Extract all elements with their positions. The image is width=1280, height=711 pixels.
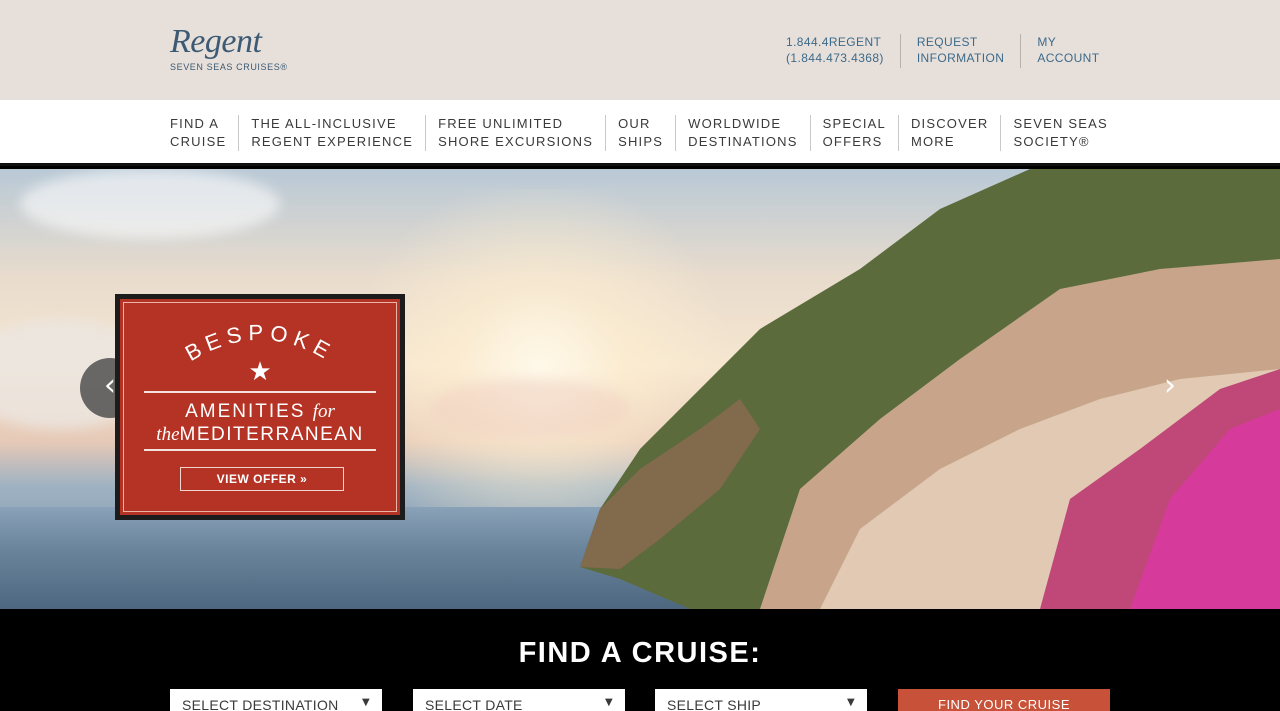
chevron-right-icon: › [1164,368,1176,403]
nav-label: SHORE EXCURSIONS [438,134,594,149]
dropdown-arrow-icon: ▼ [362,697,370,708]
dropdown-arrow-icon: ▼ [605,697,613,708]
nav-label: FIND A [170,116,220,131]
logo-wordmark: Regent [170,23,262,60]
view-offer-button[interactable]: VIEW OFFER » [180,467,344,491]
carousel-next-button[interactable]: › [1140,358,1200,418]
ship-select-value: SELECT SHIP [667,697,762,711]
destination-select-value: SELECT DESTINATION [182,697,339,711]
top-bar: Regent SEVEN SEAS CRUISES® 1.844.4REGENT… [0,0,1280,100]
find-cruise-bar: FIND A CRUISE: SELECT DESTINATION ▼ SELE… [0,609,1280,711]
phone-label: 1.844.4REGENT [786,35,882,49]
offer-text: AMENITIES [185,401,306,422]
phone-number: (1.844.473.4368) [786,51,884,65]
utility-nav: 1.844.4REGENT (1.844.473.4368) REQUEST I… [786,34,1115,68]
nav-label: OFFERS [822,134,883,149]
request-information-link[interactable]: REQUEST INFORMATION [899,34,1021,68]
logo-tagline: SEVEN SEAS CRUISES® [170,62,288,72]
ship-select[interactable]: SELECT SHIP ▼ [655,689,867,711]
nav-label: CRUISE [170,134,227,149]
nav-label: SEVEN SEAS [1013,116,1108,131]
offer-text: MEDITERRANEAN [179,424,364,445]
offer-divider [144,449,376,451]
regent-logo[interactable]: Regent SEVEN SEAS CRUISES® [170,24,290,76]
nav-seven-seas-society[interactable]: SEVEN SEAS SOCIETY® [1000,115,1119,151]
nav-special-offers[interactable]: SPECIAL OFFERS [809,115,898,151]
offer-text: the [156,424,180,445]
offer-headline-1: AMENITIES for [124,401,396,423]
offer-card: BESPOKE ★ AMENITIES for theMEDITERRANEAN… [115,294,405,520]
nav-all-inclusive[interactable]: THE ALL-INCLUSIVE REGENT EXPERIENCE [238,115,425,151]
star-icon: ★ [248,357,272,387]
find-cruise-title: FIND A CRUISE: [518,637,762,669]
nav-label: DESTINATIONS [688,134,798,149]
account-label-2: ACCOUNT [1037,51,1100,65]
nav-label: OUR [618,116,651,131]
nav-label: DISCOVER [910,116,989,131]
phone-link[interactable]: 1.844.4REGENT (1.844.473.4368) [786,34,900,68]
nav-label: THE ALL-INCLUSIVE [251,116,397,131]
nav-label: WORLDWIDE [688,116,782,131]
date-select[interactable]: SELECT DATE ▼ [413,689,625,711]
request-label-1: REQUEST [916,35,978,49]
nav-shore-excursions[interactable]: FREE UNLIMITED SHORE EXCURSIONS [425,115,605,151]
nav-label: REGENT EXPERIENCE [251,134,414,149]
main-nav: FIND A CRUISE THE ALL-INCLUSIVE REGENT EXP… [0,100,1280,166]
nav-find-a-cruise[interactable]: FIND A CRUISE [170,115,238,151]
my-account-link[interactable]: MY ACCOUNT [1020,34,1115,68]
nav-label: MORE [910,134,955,149]
hero-banner: ‹ › BESPOKE ★ AMENITIES for theMEDITERRA… [0,169,1280,609]
offer-text: for [312,401,335,422]
nav-our-ships[interactable]: OUR SHIPS [605,115,675,151]
account-label-1: MY [1037,35,1057,49]
offer-divider [144,391,376,393]
request-label-2: INFORMATION [916,51,1005,65]
nav-label: FREE UNLIMITED [438,116,564,131]
offer-headline-2: theMEDITERRANEAN [124,424,396,446]
nav-label: SOCIETY® [1013,134,1090,149]
destination-select[interactable]: SELECT DESTINATION ▼ [170,689,382,711]
dropdown-arrow-icon: ▼ [847,697,855,708]
date-select-value: SELECT DATE [425,697,523,711]
find-your-cruise-button[interactable]: FIND YOUR CRUISE [898,689,1110,711]
nav-destinations[interactable]: WORLDWIDE DESTINATIONS [675,115,810,151]
nav-discover-more[interactable]: DISCOVER MORE [897,115,1001,151]
nav-label: SHIPS [618,134,664,149]
nav-label: SPECIAL [822,116,886,131]
